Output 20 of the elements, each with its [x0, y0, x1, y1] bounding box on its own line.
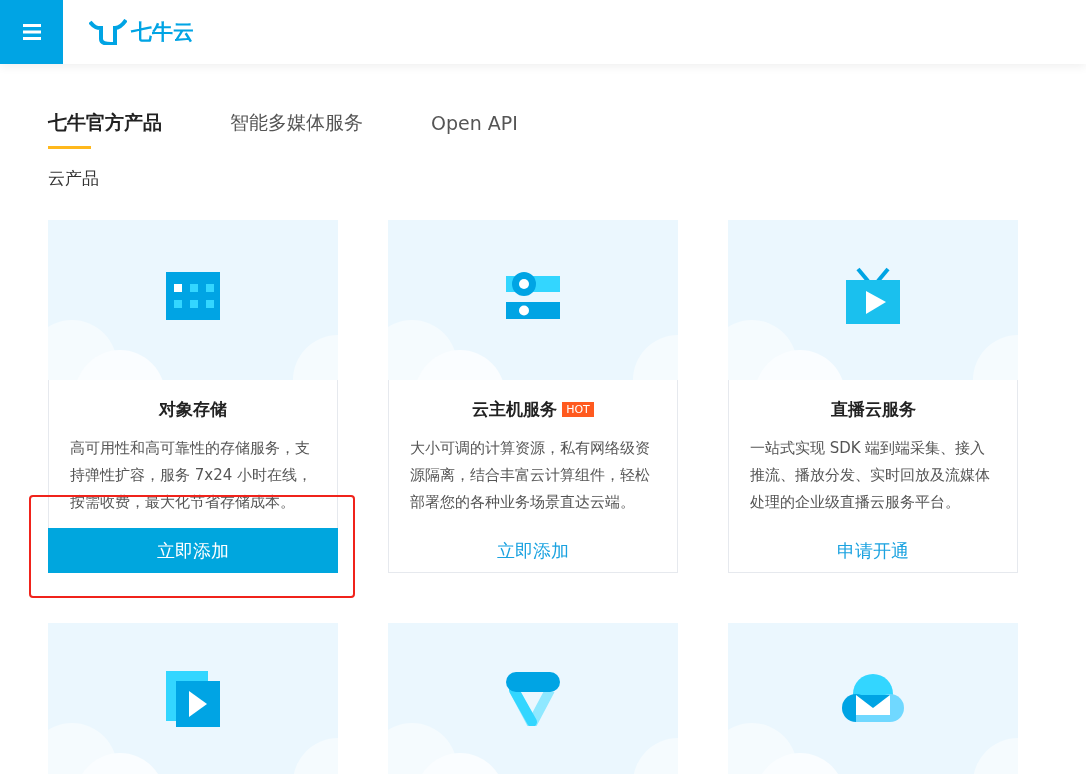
card-description: 一站式实现 SDK 端到端采集、接入推流、播放分发、实时回放及流媒体处理的企业级直播云服务平台。 — [750, 438, 991, 513]
tab[interactable]: 七牛官方产品 — [48, 104, 162, 149]
v-shape-icon — [506, 672, 560, 726]
tv-play-icon — [846, 267, 900, 325]
logo-text: 七牛云 — [131, 19, 194, 46]
card-title: 直播云服务 — [830, 398, 916, 421]
server-icon — [506, 272, 560, 320]
card-title: 对象存储 — [159, 398, 227, 421]
bull-horns-logo-icon — [89, 19, 127, 45]
cloud-mail-icon — [842, 674, 904, 724]
section-title: 云产品 — [48, 167, 100, 190]
grid-icon — [166, 272, 220, 320]
video-icon — [166, 671, 220, 727]
card-title: 云主机服务 — [472, 398, 558, 421]
tab[interactable]: Open API — [431, 104, 518, 149]
menu-icon — [22, 23, 41, 41]
tab[interactable]: 智能多媒体服务 — [230, 104, 363, 149]
hot-badge: HOT — [562, 402, 594, 417]
card-description: 大小可调的计算资源，私有网络级资源隔离，结合丰富云计算组件，轻松部署您的各种业务场景直达云端。 — [410, 438, 651, 513]
menu-button[interactable] — [0, 0, 63, 64]
